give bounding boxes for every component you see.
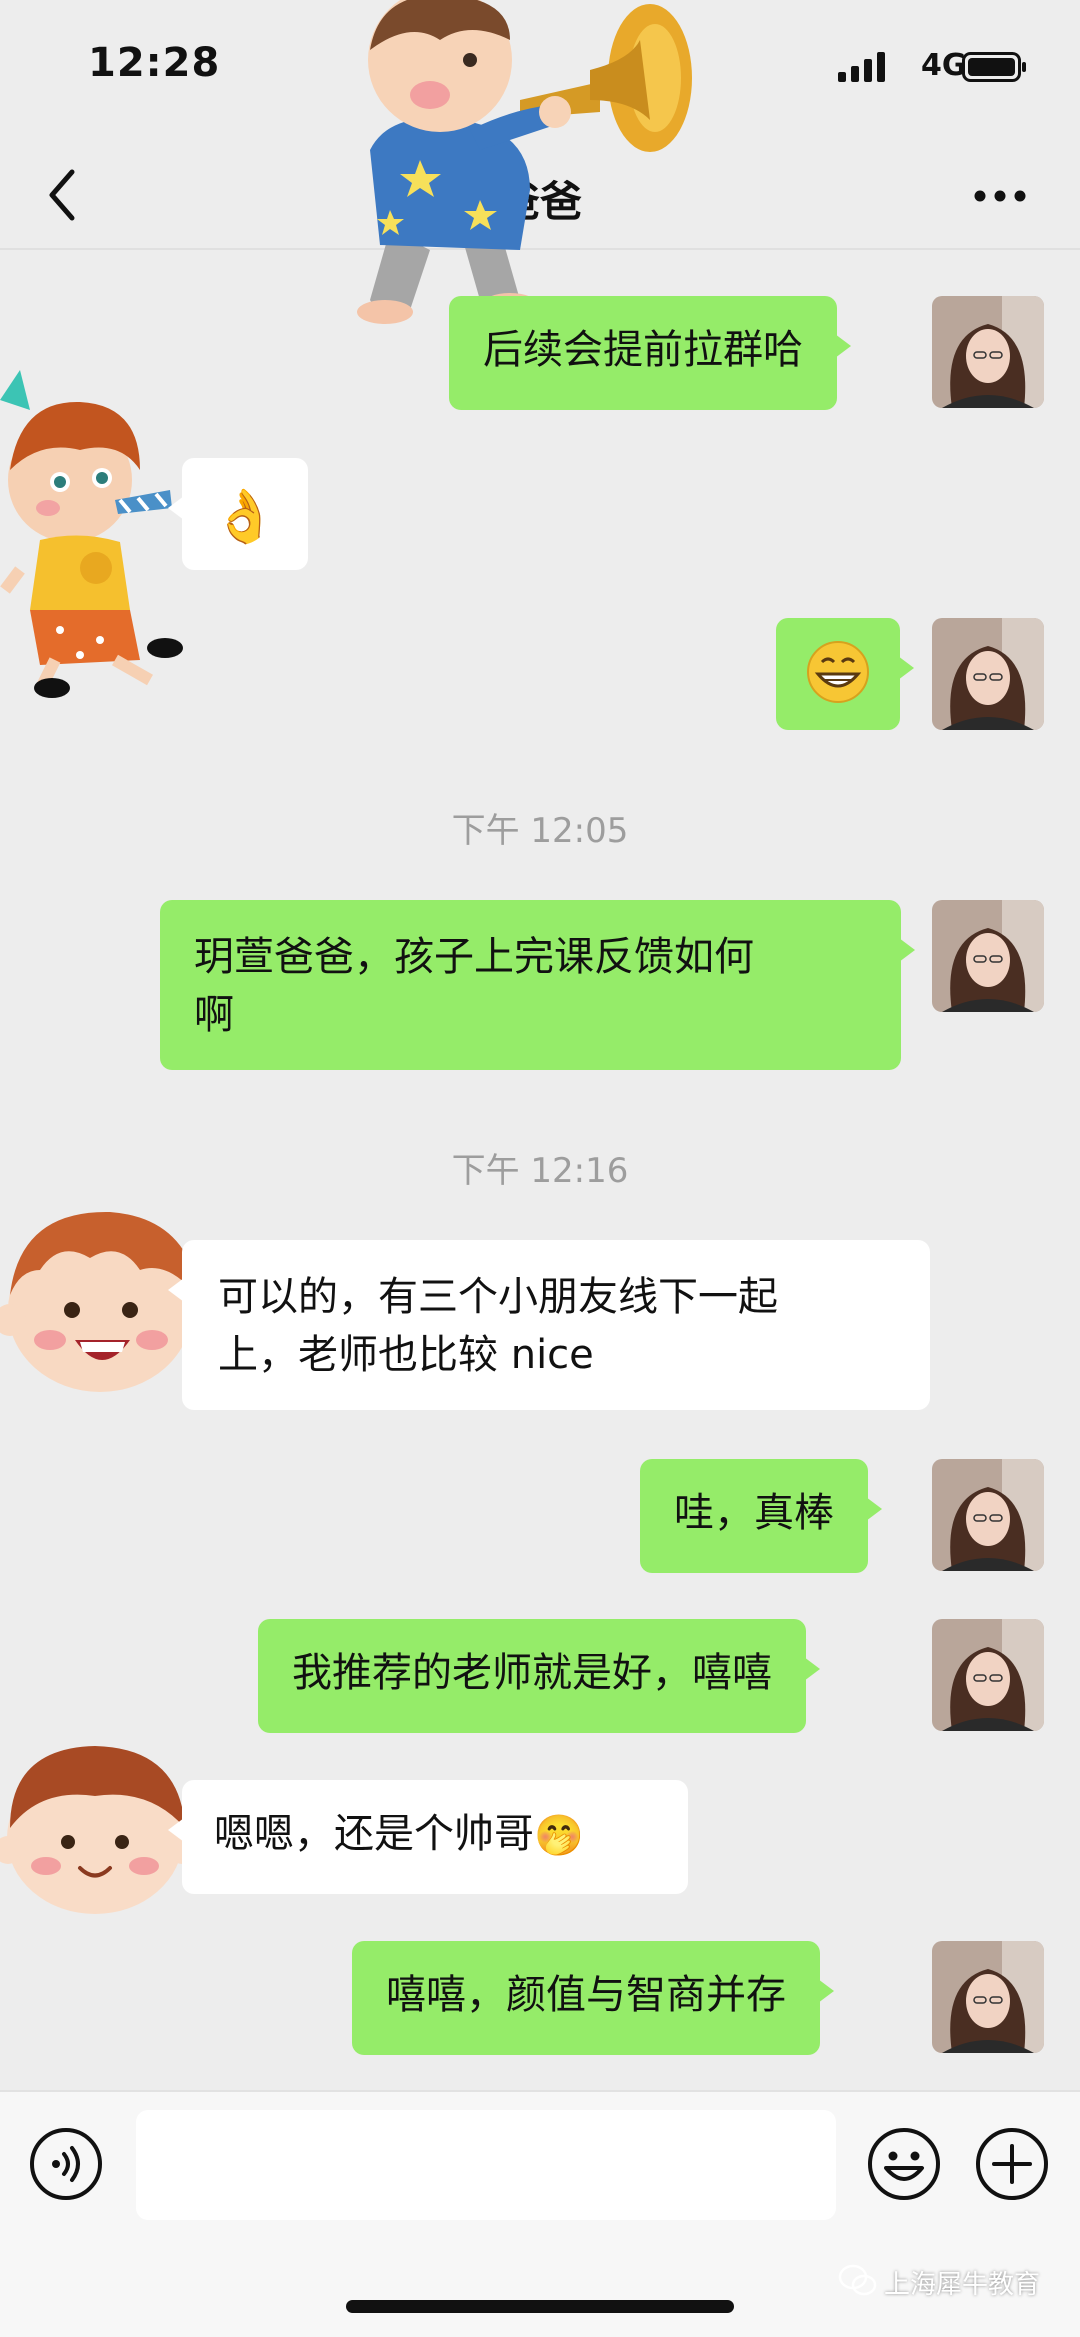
my-avatar[interactable] — [932, 900, 1044, 1012]
watermark-text: 上海犀牛教育 — [884, 2270, 1041, 2300]
message-text-line: 啊 — [194, 992, 234, 1038]
status-time: 12:28 — [88, 40, 221, 86]
hand-over-mouth-emoji: 🤭 — [534, 1813, 584, 1859]
more-options-icon[interactable] — [972, 186, 1028, 206]
message-bubble-incoming[interactable]: 嗯嗯，还是个帅哥🤭 — [168, 1780, 688, 1894]
message-text-line: 可以的，有三个小朋友线下一起 — [218, 1274, 778, 1320]
message-input[interactable] — [136, 2110, 836, 2220]
message-text: 哇，真棒 — [674, 1490, 834, 1536]
message-bubble-outgoing[interactable]: 我推荐的老师就是好，嘻嘻 — [258, 1619, 820, 1733]
trumpet-boy-sticker — [357, 0, 692, 324]
emoji-picker-icon[interactable] — [866, 2126, 942, 2202]
message-bubble-outgoing[interactable]: 哇，真棒 — [640, 1459, 882, 1573]
message-timestamp: 下午 12:05 — [451, 811, 629, 851]
my-avatar[interactable] — [932, 296, 1044, 408]
network-type: 4G — [921, 48, 967, 83]
message-bubble-outgoing[interactable]: 玥萱爸爸，孩子上完课反馈如何 啊 — [160, 900, 915, 1070]
party-girl-sticker — [0, 370, 183, 698]
ok-hand-emoji: 👌 — [212, 487, 277, 547]
message-bubble-outgoing[interactable] — [776, 618, 914, 730]
message-text: 我推荐的老师就是好，嘻嘻 — [292, 1650, 772, 1696]
message-bubble-incoming[interactable]: 可以的，有三个小朋友线下一起 上，老师也比较 nice — [168, 1240, 930, 1410]
message-bubble-outgoing[interactable]: 后续会提前拉群哈 — [449, 296, 851, 410]
message-bubble-incoming[interactable]: 👌 — [168, 458, 308, 570]
my-avatar[interactable] — [932, 1459, 1044, 1571]
message-text: 嘻嘻，颜值与智商并存 — [386, 1972, 786, 2018]
wechat-logo-icon — [838, 2264, 877, 2296]
my-avatar[interactable] — [932, 1619, 1044, 1731]
add-more-icon[interactable] — [974, 2126, 1050, 2202]
battery-icon — [962, 52, 1026, 82]
message-text: 后续会提前拉群哈 — [483, 327, 803, 373]
message-bubble-outgoing[interactable]: 嘻嘻，颜值与智商并存 — [352, 1941, 834, 2055]
my-avatar[interactable] — [932, 618, 1044, 730]
message-text-line: 上，老师也比较 nice — [218, 1332, 594, 1378]
message-timestamp: 下午 12:16 — [451, 1151, 629, 1191]
message-text-line: 玥萱爸爸，孩子上完课反馈如何 — [194, 934, 754, 980]
voice-input-icon[interactable] — [28, 2126, 104, 2202]
signal-icon — [838, 52, 885, 82]
message-text: 嗯嗯，还是个帅哥 — [214, 1811, 534, 1857]
home-indicator[interactable] — [346, 2300, 734, 2313]
grinning-face-icon — [807, 641, 869, 703]
my-avatar[interactable] — [932, 1941, 1044, 2053]
